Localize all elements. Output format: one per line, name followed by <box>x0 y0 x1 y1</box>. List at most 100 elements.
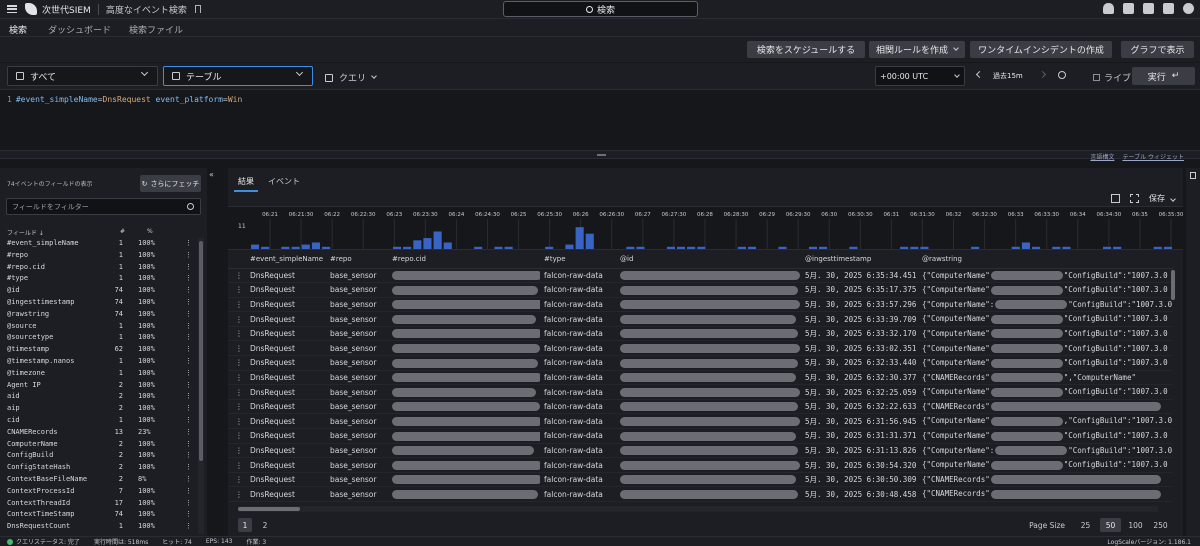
collapse-panel-icon[interactable]: « <box>209 170 219 180</box>
field-header-name[interactable]: フィールド ↓ <box>7 228 44 237</box>
panel-toggle-icon[interactable] <box>1190 172 1196 179</box>
bookmark-icon[interactable] <box>194 5 201 13</box>
field-row[interactable]: ContextTimeStamp 74 100% ⋮ <box>0 509 197 521</box>
field-row[interactable]: #repo.cid 1 100% ⋮ <box>0 262 197 274</box>
field-row[interactable]: @id 74 100% ⋮ <box>0 285 197 297</box>
table-row[interactable]: ⋮ DnsRequest base_sensor falcon-raw-data 5月.… <box>228 370 1173 386</box>
field-header-pct[interactable]: % <box>147 228 153 235</box>
histogram-bar[interactable] <box>1163 246 1172 249</box>
run-button[interactable]: 実行 ↵ <box>1132 67 1195 85</box>
histogram-bar[interactable] <box>808 246 817 249</box>
row-menu-icon[interactable]: ⋮ <box>228 297 246 313</box>
histogram-bar[interactable] <box>1021 242 1030 250</box>
time-range-value[interactable]: 過去15m <box>993 71 1023 81</box>
histogram-bar[interactable] <box>697 246 706 249</box>
field-menu-icon[interactable]: ⋮ <box>185 239 192 247</box>
field-row[interactable]: DnsResponseType297%⋮ <box>0 533 197 535</box>
field-list-scrollbar[interactable] <box>198 238 204 534</box>
field-row[interactable]: ContextThreadId 17 100% ⋮ <box>0 498 197 510</box>
row-menu-icon[interactable]: ⋮ <box>228 340 246 357</box>
histogram-bar[interactable] <box>494 246 503 249</box>
histogram-bar[interactable] <box>504 246 513 249</box>
table-row[interactable]: ⋮ DnsRequest base_sensor falcon-raw-data 5月.… <box>228 472 1173 488</box>
save-button[interactable]: 保存 <box>1149 193 1176 204</box>
field-menu-icon[interactable]: ⋮ <box>185 286 192 294</box>
tab-results[interactable]: 結果 <box>234 176 258 192</box>
histogram-bar[interactable] <box>748 246 757 249</box>
user-avatar-icon[interactable] <box>1183 3 1194 14</box>
create-incident-button[interactable]: ワンタイムインシデントの作成 <box>970 41 1112 58</box>
row-menu-icon[interactable]: ⋮ <box>228 399 246 415</box>
timezone-select[interactable]: +00:00 UTC <box>875 66 965 86</box>
query-line[interactable]: 1 #event_simpleName=DnsRequest event_plat… <box>7 95 242 104</box>
histogram-bar[interactable] <box>443 242 452 250</box>
field-filter-input[interactable]: フィールドをフィルター <box>6 198 201 215</box>
grid-icon[interactable] <box>1163 3 1174 14</box>
table-row[interactable]: ⋮ DnsRequest base_sensor falcon-raw-data 5月.… <box>228 340 1173 357</box>
column-header[interactable]: #repo.cid <box>388 250 540 269</box>
schedule-search-button[interactable]: 検索をスケジュールする <box>747 41 865 58</box>
histogram-bar[interactable] <box>403 246 412 249</box>
histogram-bar[interactable] <box>575 227 584 249</box>
field-menu-icon[interactable]: ⋮ <box>185 274 192 282</box>
field-menu-icon[interactable]: ⋮ <box>185 369 192 377</box>
editor-resize-handle[interactable] <box>0 150 1200 159</box>
table-row[interactable]: ⋮ DnsRequest base_sensor falcon-raw-data 5月.… <box>228 428 1173 444</box>
histogram-bar[interactable] <box>281 246 290 249</box>
histogram-bar[interactable] <box>626 246 635 249</box>
table-row[interactable]: ⋮ DnsRequest base_sensor falcon-raw-data 5月.… <box>228 355 1173 371</box>
language-syntax-link[interactable]: 言語構文 <box>1090 152 1114 161</box>
histogram-bar[interactable] <box>261 246 270 249</box>
time-forward-icon[interactable] <box>1038 70 1047 79</box>
histogram-bar[interactable] <box>423 238 432 249</box>
field-menu-icon[interactable]: ⋮ <box>185 510 192 518</box>
column-header[interactable]: #type <box>540 250 616 269</box>
show-graph-button[interactable]: グラフで表示 <box>1121 41 1194 58</box>
table-row[interactable]: ⋮ DnsRequest base_sensor falcon-raw-data 5月.… <box>228 384 1173 400</box>
row-menu-icon[interactable]: ⋮ <box>228 311 246 327</box>
field-row[interactable]: @ingesttimestamp 74 100% ⋮ <box>0 297 197 309</box>
page-button-2[interactable]: 2 <box>258 518 272 532</box>
live-checkbox[interactable] <box>1093 74 1100 81</box>
field-row[interactable]: aip 2 100% ⋮ <box>0 403 197 415</box>
histogram-bar[interactable] <box>666 246 675 249</box>
field-row[interactable]: DnsRequestCount 1 100% ⋮ <box>0 521 197 533</box>
stack-icon[interactable] <box>1123 3 1134 14</box>
field-row[interactable]: ContextProcessId 7 100% ⋮ <box>0 486 197 498</box>
time-back-icon[interactable] <box>975 70 984 79</box>
histogram-bar[interactable] <box>413 240 422 249</box>
histogram-bar[interactable] <box>322 246 331 249</box>
column-header[interactable]: @ingesttimestamp <box>801 250 918 269</box>
page-size-option-50[interactable]: 50 <box>1100 518 1121 532</box>
table-row[interactable]: ⋮ DnsRequest base_sensor falcon-raw-data 5月.… <box>228 413 1173 430</box>
field-menu-icon[interactable]: ⋮ <box>185 333 192 341</box>
histogram-bar[interactable] <box>393 246 402 249</box>
tab-events[interactable]: イベント <box>268 176 300 187</box>
histogram-bar[interactable] <box>251 244 260 249</box>
row-menu-icon[interactable]: ⋮ <box>228 384 246 400</box>
page-size-option-100[interactable]: 100 <box>1125 518 1146 532</box>
histogram-bar[interactable] <box>687 246 696 249</box>
histogram-bar[interactable] <box>545 246 554 249</box>
row-menu-icon[interactable]: ⋮ <box>228 355 246 371</box>
histogram-chart[interactable]: 11 06:21 06:21:30 06:22 06:22:30 06:23 06:23:3… <box>228 207 1184 251</box>
zoom-out-icon[interactable] <box>1058 71 1066 79</box>
table-row[interactable]: ⋮ DnsRequest base_sensor falcon-raw-data 5月.… <box>228 282 1173 298</box>
field-menu-icon[interactable]: ⋮ <box>185 440 192 448</box>
field-menu-icon[interactable]: ⋮ <box>185 298 192 306</box>
field-row[interactable]: ContextBaseFileName 2 8% ⋮ <box>0 474 197 486</box>
field-menu-icon[interactable]: ⋮ <box>185 251 192 259</box>
fullscreen-icon[interactable] <box>1130 194 1139 203</box>
table-row[interactable]: ⋮ DnsRequest base_sensor falcon-raw-data 5月.… <box>228 457 1173 473</box>
row-menu-icon[interactable]: ⋮ <box>228 268 246 284</box>
row-menu-icon[interactable]: ⋮ <box>228 486 246 502</box>
table-row[interactable]: ⋮ DnsRequest base_sensor falcon-raw-data 5月.… <box>228 326 1173 342</box>
histogram-bar[interactable] <box>1153 246 1162 249</box>
query-editor[interactable]: 1 #event_simpleName=DnsRequest event_plat… <box>0 91 1200 150</box>
table-row[interactable]: ⋮ DnsRequest base_sensor falcon-raw-data 5月.… <box>228 311 1173 327</box>
row-menu-icon[interactable]: ⋮ <box>228 472 246 488</box>
table-widget-link[interactable]: テーブル ウィジェット <box>1122 152 1184 161</box>
histogram-bar[interactable] <box>1011 246 1020 249</box>
row-menu-icon[interactable]: ⋮ <box>228 413 246 430</box>
row-menu-icon[interactable]: ⋮ <box>228 370 246 386</box>
